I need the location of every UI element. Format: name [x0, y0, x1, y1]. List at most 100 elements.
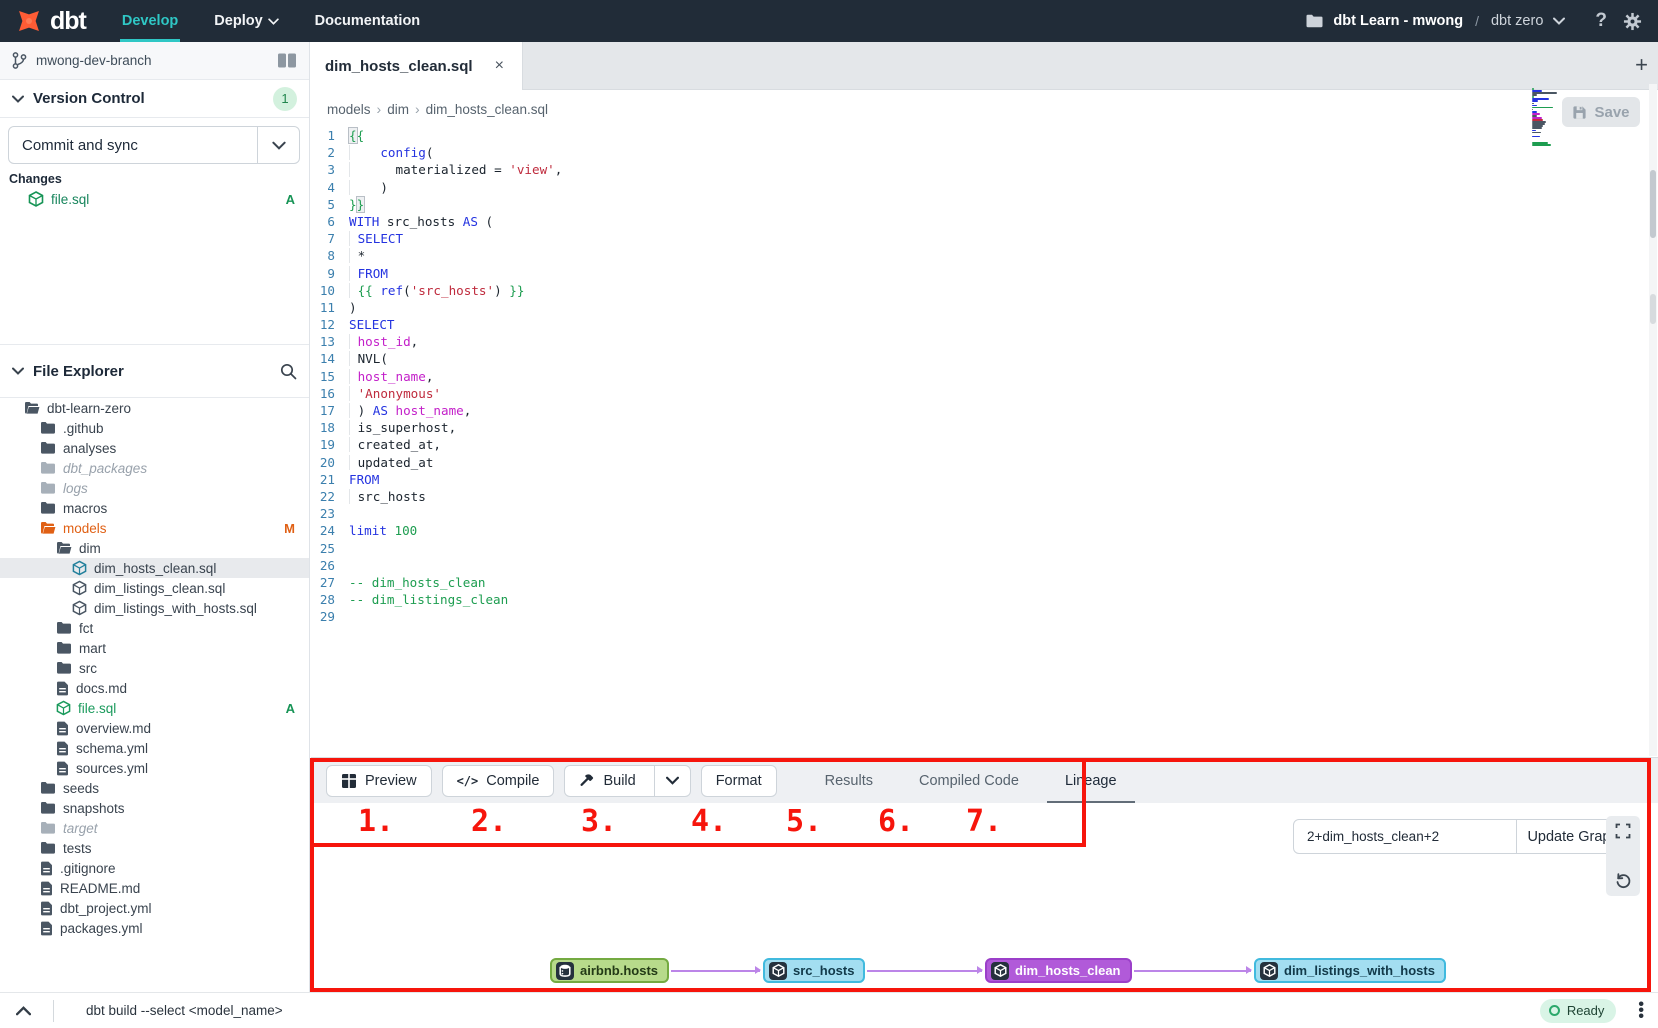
tree-item-label: target [63, 821, 309, 836]
reset-view-icon[interactable] [1615, 872, 1632, 889]
tab-dim-hosts-clean[interactable]: dim_hosts_clean.sql × [311, 42, 523, 90]
kebab-menu-icon[interactable]: ••• [1638, 1002, 1658, 1020]
lineage-canvas[interactable]: 2+dim_hosts_clean+2 Update Graph airbnb.… [311, 803, 1658, 989]
code-line: 11) [311, 299, 1658, 316]
new-tab-icon[interactable]: + [1635, 52, 1648, 78]
tree-item-packages-yml[interactable]: packages.yml [0, 918, 309, 938]
tree-item-dbt-packages[interactable]: dbt_packages [0, 458, 309, 478]
lineage-node-dim-listings-with-hosts[interactable]: dim_listings_with_hosts [1254, 958, 1446, 983]
preview-button[interactable]: Preview [326, 765, 432, 797]
commit-and-sync-button[interactable]: Commit and sync [8, 126, 300, 164]
code-text: ) AS host_name, [349, 402, 471, 419]
folder-icon [56, 641, 72, 655]
tree-item-label: dim_listings_with_hosts.sql [94, 601, 309, 616]
lineage-selector-input[interactable]: 2+dim_hosts_clean+2 [1294, 820, 1516, 853]
search-icon[interactable] [280, 363, 297, 380]
tree-item-tests[interactable]: tests [0, 838, 309, 858]
lineage-edge [671, 970, 760, 972]
nav-item-develop[interactable]: Develop [104, 0, 196, 42]
tab-compiled-code[interactable]: Compiled Code [919, 758, 1019, 804]
tab-lineage[interactable]: Lineage [1065, 758, 1117, 804]
compile-button[interactable]: </>Compile [442, 765, 555, 797]
tree-item-docs-md[interactable]: docs.md [0, 678, 309, 698]
help-icon[interactable]: ? [1589, 10, 1613, 32]
breadcrumb-item[interactable]: dim [387, 102, 409, 117]
save-button[interactable]: Save [1562, 97, 1640, 127]
line-number: 12 [311, 316, 349, 333]
breadcrumb-item[interactable]: dim_hosts_clean.sql [426, 102, 548, 117]
breadcrumb-separator: › [377, 101, 382, 117]
tree-item-badge: M [284, 521, 295, 536]
tool-button-label: Format [716, 773, 762, 789]
tree-item-mart[interactable]: mart [0, 638, 309, 658]
tree-item-models[interactable]: modelsM [0, 518, 309, 538]
sidebar: mwong-dev-branch Version Control 1 Commi… [0, 42, 310, 992]
fullscreen-icon[interactable] [1615, 823, 1631, 839]
nav-item-deploy[interactable]: Deploy [196, 0, 296, 42]
lineage-node-dim-hosts-clean[interactable]: dim_hosts_clean [985, 958, 1132, 983]
docs-columns-icon[interactable] [277, 53, 297, 68]
command-panel-chevron-up-icon[interactable] [0, 1006, 53, 1016]
status-bar: dbt build --select <model_name> Ready ••… [0, 992, 1658, 1028]
tree-item-dim-listings-with-hosts-sql[interactable]: dim_listings_with_hosts.sql [0, 598, 309, 618]
breadcrumb-item[interactable]: models [327, 102, 371, 117]
tree-item-seeds[interactable]: seeds [0, 778, 309, 798]
tree-item--gitignore[interactable]: .gitignore [0, 858, 309, 878]
editor-scrollbar[interactable] [1649, 84, 1657, 756]
version-control-header[interactable]: Version Control 1 [0, 80, 309, 118]
tree-item-dbt-learn-zero[interactable]: dbt-learn-zero [0, 398, 309, 418]
tree-item-src[interactable]: src [0, 658, 309, 678]
tree-item-dbt-project-yml[interactable]: dbt_project.yml [0, 898, 309, 918]
tree-item-label: tests [63, 841, 309, 856]
build-button[interactable]: Build [564, 765, 690, 797]
tree-item-target[interactable]: target [0, 818, 309, 838]
environment-name[interactable]: dbt zero [1491, 13, 1543, 29]
tree-item-analyses[interactable]: analyses [0, 438, 309, 458]
branch-name[interactable]: mwong-dev-branch [36, 53, 268, 68]
tree-item-logs[interactable]: logs [0, 478, 309, 498]
tree-item--github[interactable]: .github [0, 418, 309, 438]
command-input[interactable]: dbt build --select <model_name> [54, 1003, 1540, 1018]
lineage-node-airbnb-hosts[interactable]: airbnb.hosts [550, 958, 669, 983]
code-editor[interactable]: 1{{2 config(3 materialized = 'view',4 )5… [311, 127, 1658, 757]
code-line: 12SELECT [311, 316, 1658, 333]
changed-file-row[interactable]: file.sql A [0, 188, 309, 210]
tree-item-schema-yml[interactable]: schema.yml [0, 738, 309, 758]
code-line: 28-- dim_listings_clean [311, 591, 1658, 608]
code-text: created_at, [349, 436, 441, 453]
file-doc-icon [40, 861, 53, 876]
commit-options-chevron[interactable] [257, 127, 299, 163]
line-number: 20 [311, 454, 349, 471]
tree-item-sources-yml[interactable]: sources.yml [0, 758, 309, 778]
code-line: 8 * [311, 247, 1658, 264]
tree-item-snapshots[interactable]: snapshots [0, 798, 309, 818]
code-text: NVL( [349, 350, 388, 367]
tab-close-icon[interactable]: × [491, 55, 508, 77]
tree-item-dim-listings-clean-sql[interactable]: dim_listings_clean.sql [0, 578, 309, 598]
code-text: host_id, [349, 333, 418, 350]
build-options-chevron[interactable] [654, 765, 690, 797]
tab-results[interactable]: Results [825, 758, 873, 804]
tree-item-label: dbt_project.yml [60, 901, 309, 916]
tree-item-label: logs [63, 481, 309, 496]
tree-item-file-sql[interactable]: file.sqlA [0, 698, 309, 718]
tree-item-readme-md[interactable]: README.md [0, 878, 309, 898]
nav-item-documentation[interactable]: Documentation [297, 0, 439, 42]
editor-minimap[interactable] [1532, 88, 1562, 148]
tree-item-label: mart [79, 641, 309, 656]
scrollbar-thumb[interactable] [1650, 170, 1656, 238]
code-line: 18 is_superhost, [311, 419, 1658, 436]
tree-item-fct[interactable]: fct [0, 618, 309, 638]
tree-item-dim-hosts-clean-sql[interactable]: dim_hosts_clean.sql [0, 558, 309, 578]
tree-item-macros[interactable]: macros [0, 498, 309, 518]
file-explorer-header[interactable]: File Explorer [0, 344, 309, 398]
format-button[interactable]: Format [701, 765, 777, 797]
settings-gear-icon[interactable] [1623, 12, 1642, 31]
tree-item-overview-md[interactable]: overview.md [0, 718, 309, 738]
tree-item-label: macros [63, 501, 309, 516]
dbt-logo[interactable]: dbt [0, 0, 104, 42]
tree-item-dim[interactable]: dim [0, 538, 309, 558]
environment-chevron-down-icon[interactable] [1553, 17, 1565, 25]
project-name[interactable]: dbt Learn - mwong [1333, 13, 1463, 29]
lineage-node-src-hosts[interactable]: src_hosts [763, 958, 865, 983]
